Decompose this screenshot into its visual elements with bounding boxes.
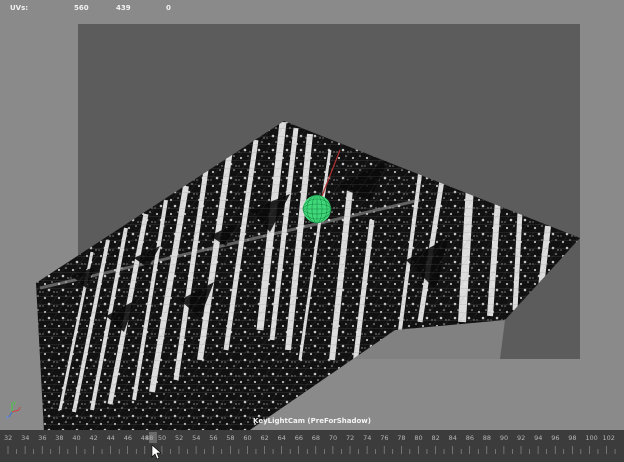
- timeline-tick-label: 86: [466, 434, 474, 442]
- timeline-tick-label: 94: [534, 434, 542, 442]
- timeline-tick-label: 88: [483, 434, 491, 442]
- timeline-tick-label: 98: [568, 434, 576, 442]
- camera-name-label: KeyLightCam (PreForShadow): [253, 417, 371, 425]
- timeline-tick-label: 68: [312, 434, 320, 442]
- axis-y-label: y: [13, 400, 16, 406]
- timeline-tick-label: 74: [363, 434, 371, 442]
- timeline-tick-label: 50: [158, 434, 166, 442]
- timeline-tick-label: 54: [192, 434, 200, 442]
- timeline-tick-label: 90: [500, 434, 508, 442]
- timeline-tick-label: 32: [4, 434, 12, 442]
- timeline-tick-label: 60: [243, 434, 251, 442]
- timeline-tick-label: 70: [329, 434, 337, 442]
- time-slider[interactable]: 32 34 36 38 40 42 44 46 48 50 52 54 56 58 60 62 64 66 68 70…: [0, 430, 624, 462]
- timeline-tick-label: 82: [432, 434, 440, 442]
- 3d-viewport[interactable]: UVs: 560 439 0 y x z KeyLightCam (PreFor…: [0, 0, 624, 430]
- axis-x-label: x: [18, 406, 21, 412]
- timeline-tick-label: 72: [346, 434, 354, 442]
- timeline-tick-label: 92: [517, 434, 525, 442]
- timeline-tick-label: 76: [380, 434, 388, 442]
- current-frame-label: 48: [145, 434, 153, 442]
- timeline-tick-label: 36: [38, 434, 46, 442]
- timeline-ruler[interactable]: 32 34 36 38 40 42 44 46 48 50 52 54 56 58 60 62 64 66 68 70…: [0, 430, 624, 462]
- timeline-tick-label: 64: [278, 434, 286, 442]
- timeline-tick-label: 66: [295, 434, 303, 442]
- timeline-tick-label: 96: [551, 434, 559, 442]
- timeline-tick-label: 62: [261, 434, 269, 442]
- timeline-tick-label: 40: [72, 434, 80, 442]
- timeline-tick-label: 58: [226, 434, 234, 442]
- timeline-tick-label: 56: [209, 434, 217, 442]
- timeline-tick-label: 102: [603, 434, 615, 442]
- timeline-tick-label: 44: [107, 434, 115, 442]
- timeline-tick-label: 38: [55, 434, 63, 442]
- timeline-tick-label: 100: [585, 434, 597, 442]
- textured-plane: [36, 121, 580, 430]
- timeline-tick-label: 34: [21, 434, 29, 442]
- timeline-tick-label: 52: [175, 434, 183, 442]
- timeline-tick-label: 84: [449, 434, 457, 442]
- scene-render: [36, 121, 580, 430]
- timeline-tick-label: 46: [124, 434, 132, 442]
- timeline-tick-label: 78: [397, 434, 405, 442]
- timeline-tick-label: 42: [90, 434, 98, 442]
- timeline-tick-label: 80: [414, 434, 422, 442]
- wireframe-sphere-icon[interactable]: [302, 194, 332, 224]
